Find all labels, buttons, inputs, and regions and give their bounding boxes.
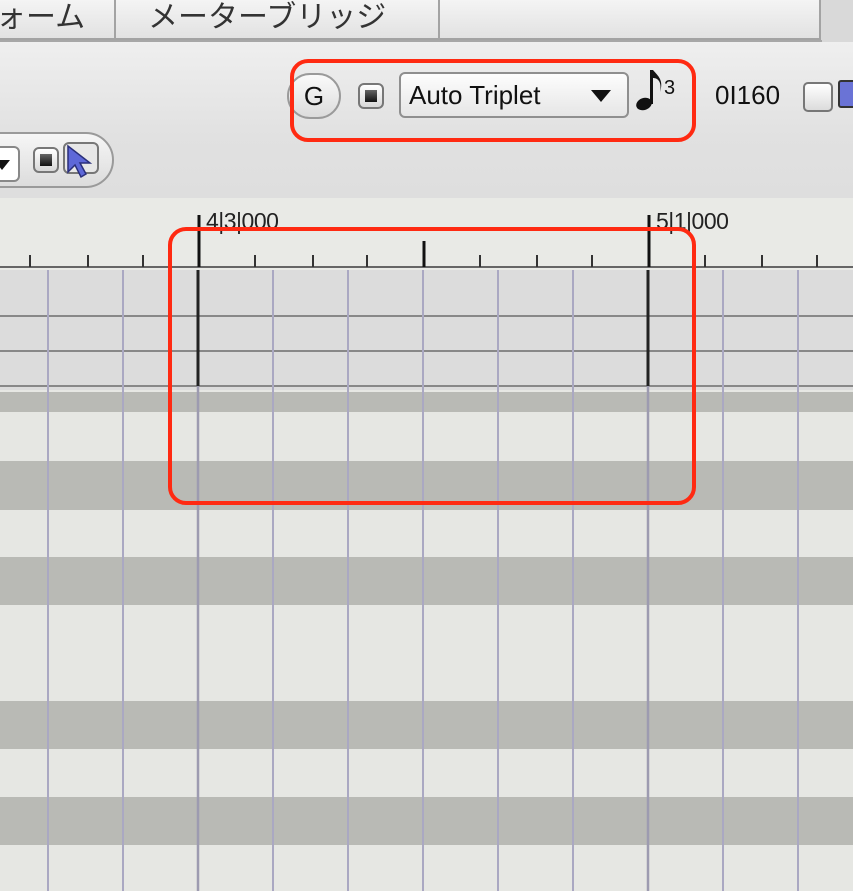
tool-toggle-checkbox[interactable] (33, 147, 59, 173)
chevron-down-icon (0, 160, 10, 170)
highlight-box-toolbar (290, 59, 696, 142)
color-swatch-icon[interactable] (838, 80, 853, 108)
pointer-tool-icon[interactable] (62, 140, 102, 180)
piano-roll-dark-row (0, 557, 853, 605)
tab-empty[interactable] (438, 0, 821, 40)
highlight-box-grid (168, 227, 696, 505)
piano-roll-dark-row (0, 701, 853, 749)
tab-meter-bridge[interactable]: メーターブリッジ (114, 0, 440, 40)
note-length-value: 0I160 (715, 80, 781, 110)
piano-roll-dark-row (0, 797, 853, 845)
length-checkbox[interactable] (803, 82, 833, 112)
tab-form[interactable]: ォーム (0, 0, 116, 40)
